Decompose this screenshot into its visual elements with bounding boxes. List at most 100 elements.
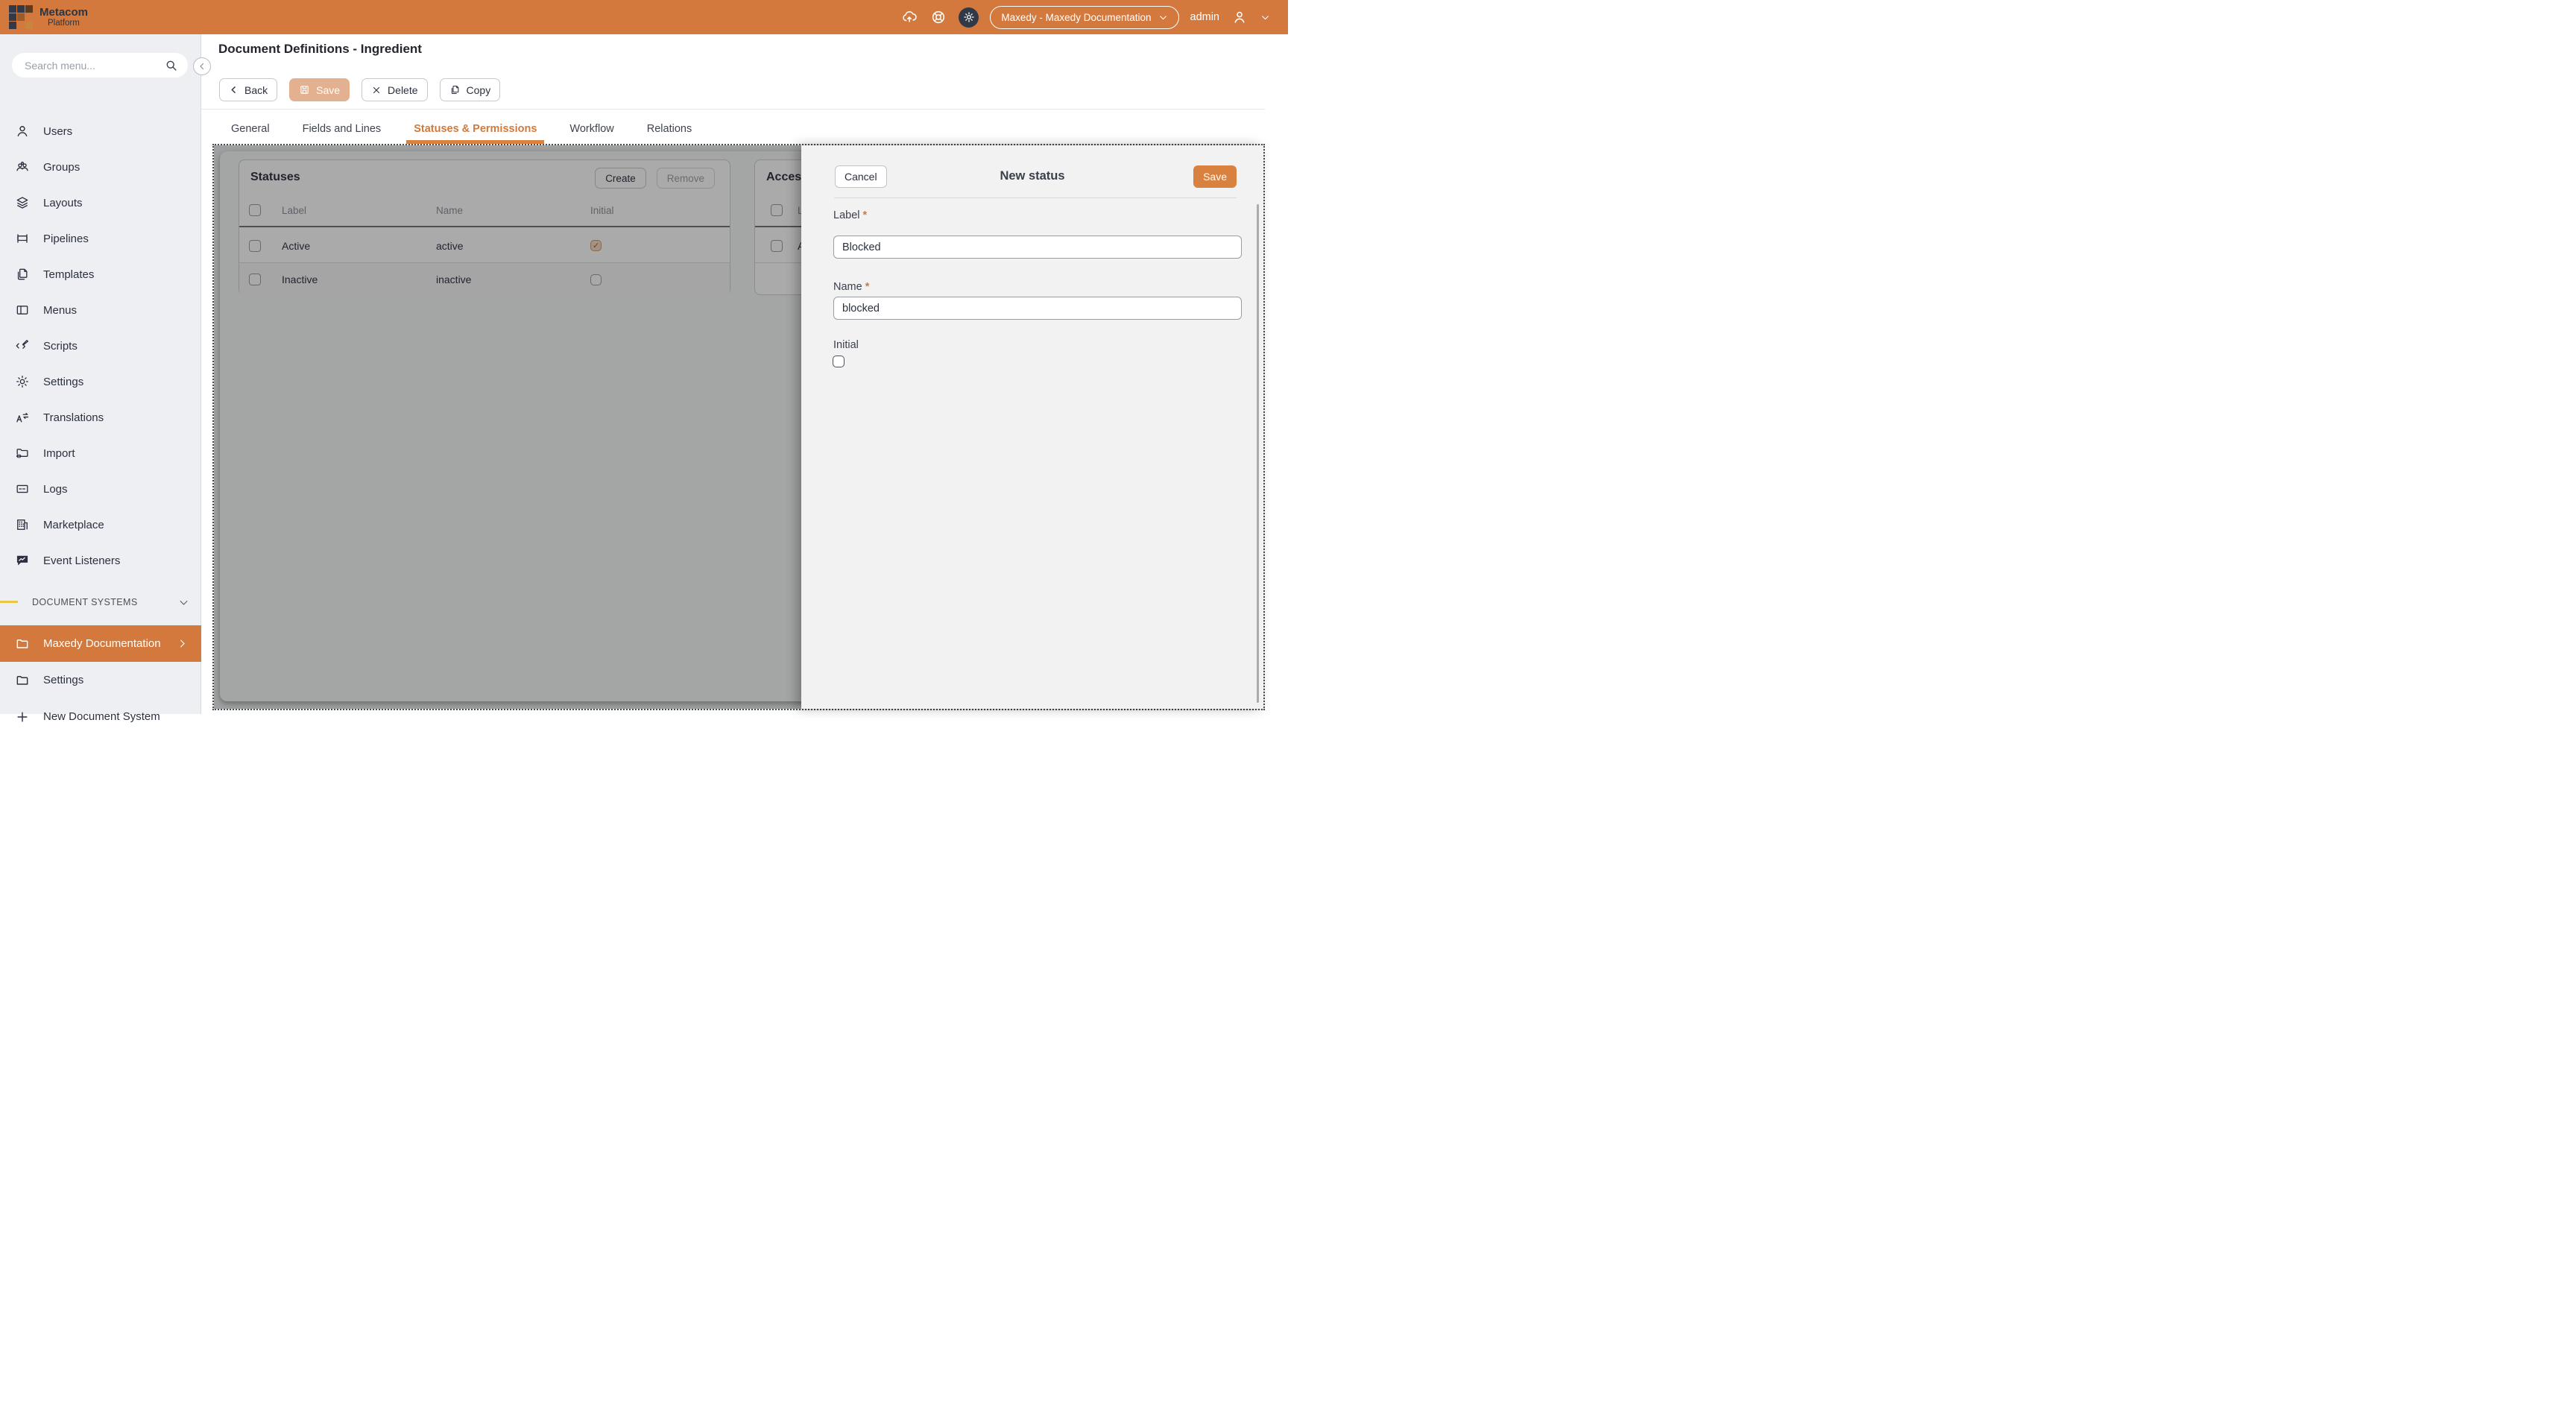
sidebar-item-layouts[interactable]: Layouts: [0, 185, 201, 221]
name-field-label: Name *: [833, 281, 869, 293]
sidebar-item-menus[interactable]: Menus: [0, 292, 201, 328]
header-divider: [201, 109, 1265, 110]
sidebar-item-users[interactable]: Users: [0, 113, 201, 149]
sidebar-collapse-button[interactable]: [193, 57, 211, 75]
sidebar-item-label: Menus: [43, 304, 77, 317]
user-icon[interactable]: [1231, 8, 1248, 26]
panel-left-icon: [15, 303, 30, 317]
layers-icon: [15, 195, 30, 210]
code-icon: [15, 338, 30, 353]
required-asterisk: *: [863, 209, 868, 221]
section-document-systems[interactable]: DOCUMENT SYSTEMS: [0, 587, 201, 617]
sidebar-item-label: Maxedy Documentation: [43, 637, 161, 650]
sidebar-item-pipelines[interactable]: Pipelines: [0, 221, 201, 256]
sidebar-item-groups[interactable]: Groups: [0, 149, 201, 185]
back-button[interactable]: Back: [219, 78, 277, 101]
sidebar-item-templates[interactable]: Templates: [0, 256, 201, 292]
tab-statuses-permissions[interactable]: Statuses & Permissions: [414, 119, 537, 139]
chevron-left-icon: [198, 62, 206, 71]
required-asterisk: *: [865, 281, 870, 293]
drawer-scrollbar[interactable]: [1257, 204, 1259, 703]
floppy-icon: [299, 84, 310, 95]
sidebar-item-label: Marketplace: [43, 519, 104, 531]
sidebar-item-doc-settings[interactable]: Settings: [0, 662, 201, 698]
tab-workflow[interactable]: Workflow: [569, 119, 613, 139]
chevron-left-icon: [229, 85, 239, 95]
statuses-modal-region: Statuses Create Remove Label Name Initia…: [212, 144, 1265, 710]
chevron-down-icon: [1158, 13, 1168, 22]
label-field-label: Label *: [833, 209, 867, 221]
cloud-upload-icon[interactable]: [900, 8, 918, 26]
new-status-drawer: Cancel New status Save Label * Name * In…: [801, 145, 1263, 709]
sidebar-item-label: Import: [43, 447, 75, 460]
initial-checkbox[interactable]: [833, 356, 845, 367]
sidebar-search: [12, 53, 188, 78]
name-field-input[interactable]: [833, 297, 1242, 320]
sidebar-item-label: Groups: [43, 161, 80, 174]
sidebar-item-label: Pipelines: [43, 233, 89, 245]
sidebar-item-new-document-system[interactable]: New Document System: [0, 698, 201, 735]
sidebar-item-label: Event Listeners: [43, 555, 120, 567]
initial-field-label: Initial: [833, 339, 859, 351]
settings-gear-icon[interactable]: [959, 7, 979, 28]
brand: Metacom Platform: [40, 7, 88, 28]
chevron-down-icon[interactable]: [178, 597, 189, 608]
users-icon: [15, 124, 30, 139]
brand-title: Metacom: [40, 7, 88, 18]
sidebar-item-label: Templates: [43, 268, 94, 281]
sidebar-item-scripts[interactable]: Scripts: [0, 328, 201, 364]
section-accent-dash: [0, 601, 18, 603]
folder-icon: [15, 636, 30, 651]
metacom-logo-icon: [9, 5, 33, 29]
top-bar: Metacom Platform Maxedy - Maxedy Documen…: [0, 0, 1288, 34]
sidebar-item-event-listeners[interactable]: Event Listeners: [0, 543, 201, 578]
sidebar-item-marketplace[interactable]: Marketplace: [0, 507, 201, 543]
sidebar-item-label: Layouts: [43, 197, 83, 209]
username: admin: [1190, 11, 1220, 23]
sidebar-item-translations[interactable]: Translations: [0, 399, 201, 435]
folder-icon: [15, 673, 30, 688]
label-field-input[interactable]: [833, 236, 1242, 259]
pages-icon: [15, 267, 30, 282]
sidebar-item-label: Settings: [43, 674, 83, 686]
building-icon: [15, 517, 30, 532]
tab-general[interactable]: General: [231, 119, 270, 139]
chevron-right-icon: [177, 638, 188, 649]
sidebar-item-label: New Document System: [43, 710, 160, 723]
context-selector[interactable]: Maxedy - Maxedy Documentation: [990, 6, 1178, 29]
plus-icon: [15, 710, 30, 724]
sidebar: Users Groups Layouts Pipelines Templates…: [0, 34, 201, 714]
search-input[interactable]: [23, 59, 164, 72]
brand-subtitle: Platform: [48, 19, 88, 28]
drawer-save-button[interactable]: Save: [1193, 165, 1237, 188]
tab-fields-and-lines[interactable]: Fields and Lines: [303, 119, 382, 139]
page-title: Document Definitions - Ingredient: [218, 42, 422, 57]
banner-icon: [15, 231, 30, 246]
tab-bar: General Fields and Lines Statuses & Perm…: [231, 119, 692, 139]
sidebar-item-settings[interactable]: Settings: [0, 364, 201, 399]
x-icon: [371, 85, 382, 95]
sidebar-item-label: Users: [43, 125, 72, 138]
sidebar-item-import[interactable]: Import: [0, 435, 201, 471]
sidebar-item-label: Scripts: [43, 340, 78, 353]
copy-icon: [449, 84, 461, 95]
groups-icon: [15, 159, 30, 174]
search-icon[interactable]: [164, 58, 178, 72]
translate-icon: [15, 410, 30, 425]
gear-icon: [15, 374, 30, 389]
copy-button[interactable]: Copy: [440, 78, 501, 101]
section-label: DOCUMENT SYSTEMS: [32, 597, 138, 607]
save-button[interactable]: Save: [289, 78, 350, 101]
sidebar-item-maxedy-documentation[interactable]: Maxedy Documentation: [0, 625, 201, 662]
sidebar-item-label: Translations: [43, 411, 104, 424]
action-buttons: Back Save Delete Copy: [219, 78, 500, 101]
help-ring-icon[interactable]: [929, 8, 947, 26]
sidebar-item-logs[interactable]: Logs: [0, 471, 201, 507]
sidebar-item-label: Settings: [43, 376, 83, 388]
user-menu-chevron-icon[interactable]: [1260, 8, 1270, 26]
tab-relations[interactable]: Relations: [647, 119, 692, 139]
sidebar-menu: Users Groups Layouts Pipelines Templates…: [0, 113, 201, 735]
context-selector-label: Maxedy - Maxedy Documentation: [1001, 12, 1151, 23]
bubble-chart-icon: [15, 553, 30, 568]
delete-button[interactable]: Delete: [362, 78, 427, 101]
